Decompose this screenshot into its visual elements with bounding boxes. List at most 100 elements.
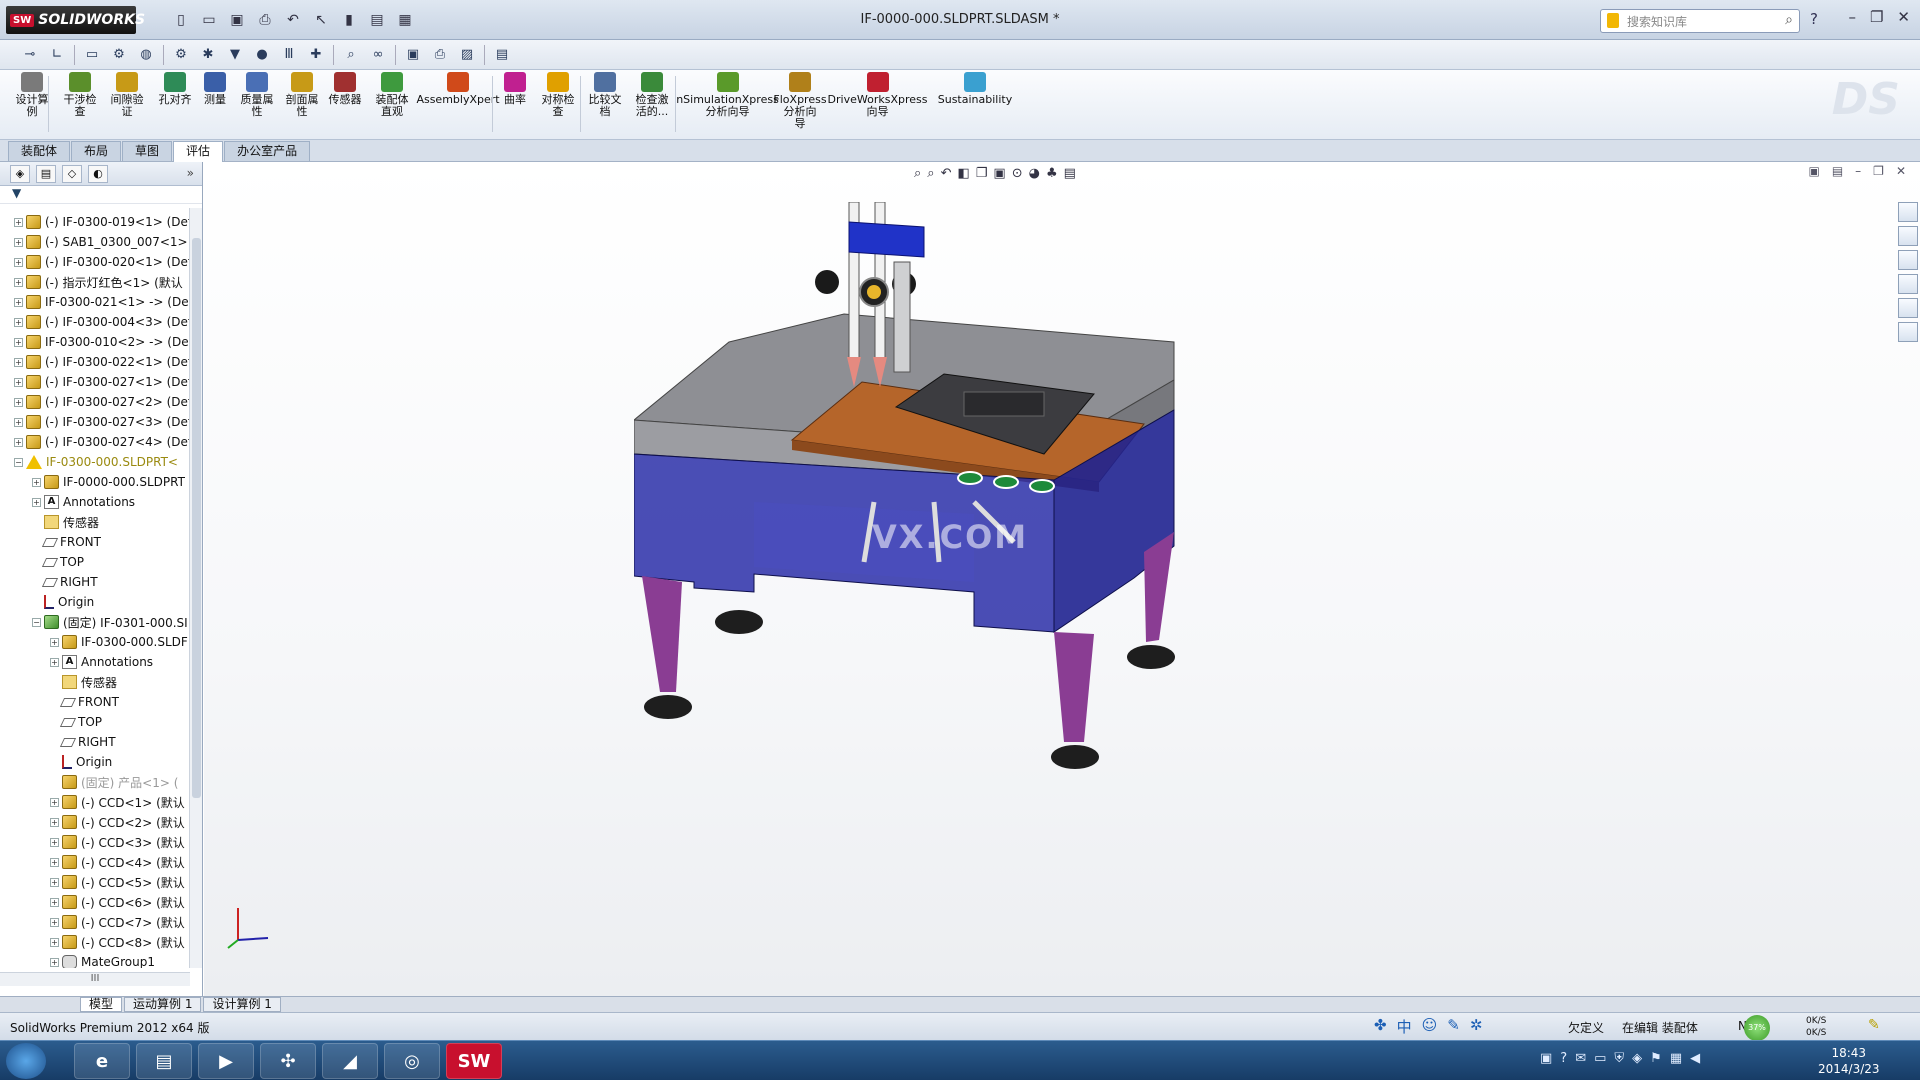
tree-item[interactable]: + (-) IF-0300-027<1> (Def xyxy=(14,372,190,392)
viewport-close-icon[interactable]: ✕ xyxy=(1896,164,1906,178)
collapse-icon[interactable]: − xyxy=(14,457,23,467)
expand-icon[interactable]: + xyxy=(32,497,41,507)
tree-item[interactable]: + (-) IF-0300-022<1> (Def xyxy=(14,352,190,372)
pen-icon[interactable]: ✎ xyxy=(1447,1016,1460,1037)
tree-item[interactable]: + (-) IF-0300-027<3> (Def xyxy=(14,412,190,432)
settings-icon[interactable]: ✱ xyxy=(198,45,218,65)
plus-component-icon[interactable]: ✚ xyxy=(306,45,326,65)
property-manager-tab-icon[interactable]: ▤ xyxy=(36,164,56,183)
section-view-icon[interactable]: ◧ xyxy=(957,166,969,181)
solidworks-logo[interactable]: SW SOLIDWORKS xyxy=(6,6,145,34)
viewport-minimize-icon[interactable]: – xyxy=(1855,164,1861,178)
filter-icon[interactable]: ▼ xyxy=(0,186,202,204)
tray-display-icon[interactable]: ▭ xyxy=(1594,1051,1606,1066)
tree-item[interactable]: + (-) CCD<1> (默认 xyxy=(50,792,185,812)
tree-item[interactable]: TOP xyxy=(50,712,102,732)
tree-item[interactable]: FRONT xyxy=(32,532,101,552)
expand-icon[interactable]: + xyxy=(50,857,59,867)
tree-item[interactable]: + A Annotations xyxy=(32,492,135,512)
open-folder-icon[interactable]: ▭ xyxy=(198,10,220,30)
appearances-icon[interactable] xyxy=(1898,298,1918,318)
media-player-icon[interactable]: ▶ xyxy=(198,1043,254,1079)
rebuild-icon[interactable]: ▮ xyxy=(338,10,360,30)
view-orientation-icon[interactable]: ❐ xyxy=(976,166,988,181)
expand-icon[interactable]: + xyxy=(14,297,23,307)
expand-icon[interactable]: + xyxy=(50,917,59,927)
tree-item[interactable]: + IF-0000-000.SLDPRT xyxy=(32,472,185,492)
tree-item[interactable]: + (-) CCD<4> (默认 xyxy=(50,852,185,872)
expand-icon[interactable]: + xyxy=(14,237,23,247)
tree-item[interactable]: + (-) CCD<8> (默认 xyxy=(50,932,185,952)
tab-0[interactable]: 装配体 xyxy=(8,141,71,161)
tree-item[interactable]: + IF-0300-000.SLDF xyxy=(50,632,188,652)
expand-icon[interactable]: + xyxy=(14,257,23,267)
options-icon[interactable]: ▦ xyxy=(394,10,416,30)
tab-4[interactable]: 办公室产品 xyxy=(224,141,311,161)
tree-item[interactable]: + (-) SAB1_0300_007<1> ( xyxy=(14,232,190,252)
tray-shield-icon[interactable]: ⛨ xyxy=(1614,1051,1624,1066)
export-icon[interactable]: ▣ xyxy=(403,45,423,65)
tree-item[interactable]: Origin xyxy=(50,752,112,772)
internet-explorer-icon[interactable]: e xyxy=(74,1043,130,1079)
hide-show-items-icon[interactable]: ⊙ xyxy=(1012,166,1023,181)
command-button-sensor[interactable]: 传感器 xyxy=(325,72,365,136)
file-properties-icon[interactable]: ▤ xyxy=(366,10,388,30)
command-button-mass-properties[interactable]: 质量属 性 xyxy=(235,72,279,136)
taskbar-clock[interactable]: 18:43 2014/3/23 xyxy=(1818,1045,1880,1077)
tree-item[interactable]: 传感器 xyxy=(32,512,99,532)
print-preview-icon[interactable]: ⎙ xyxy=(430,45,450,65)
tree-item[interactable]: + (-) CCD<3> (默认 xyxy=(50,832,185,852)
expand-icon[interactable]: + xyxy=(14,397,23,407)
feature-tree-scrollbar[interactable] xyxy=(189,208,202,968)
previous-view-icon[interactable]: ↶ xyxy=(941,166,952,181)
command-button-assemblyxpert[interactable]: AssemblyXpert xyxy=(416,72,500,136)
reference-geometry-icon[interactable]: ∟ xyxy=(47,45,67,65)
tray-volume-icon[interactable]: ◀ xyxy=(1690,1051,1700,1066)
feature-tree-tab-icon[interactable]: ◈ xyxy=(10,164,30,183)
network-app-icon[interactable]: ✣ xyxy=(260,1043,316,1079)
bottom-tab-2[interactable]: 设计算例 1 xyxy=(203,997,281,1012)
tree-item[interactable]: + MateGroup1 xyxy=(50,952,155,968)
tree-item[interactable]: + (-) CCD<5> (默认 xyxy=(50,872,185,892)
edit-appearance-icon[interactable]: ◕ xyxy=(1029,166,1040,181)
command-button-curvature[interactable]: 曲率 xyxy=(500,72,530,136)
tree-item[interactable]: Origin xyxy=(32,592,94,612)
apply-scene-icon[interactable]: ♣ xyxy=(1046,166,1058,181)
select-pointer-icon[interactable]: ↖ xyxy=(310,10,332,30)
configuration-manager-tab-icon[interactable]: ◇ xyxy=(62,164,82,183)
tree-item[interactable]: + (-) IF-0300-027<2> (Def xyxy=(14,392,190,412)
bottom-tab-1[interactable]: 运动算例 1 xyxy=(124,997,202,1012)
tree-item[interactable]: + IF-0300-021<1> -> (De xyxy=(14,292,189,312)
expand-icon[interactable]: + xyxy=(50,817,59,827)
chinese-input-icon[interactable]: 中 xyxy=(1397,1016,1412,1037)
zoom-to-fit-icon[interactable]: ⌕ xyxy=(914,166,921,181)
new-document-icon[interactable]: ▯ xyxy=(170,10,192,30)
tray-flag-icon[interactable]: ⚑ xyxy=(1650,1051,1662,1066)
smiley-icon[interactable]: ☺ xyxy=(1422,1016,1438,1037)
command-button-simulationxpress[interactable]: nSimulationXpress 分析向导 xyxy=(676,72,779,136)
expand-icon[interactable]: + xyxy=(14,317,23,327)
tree-item[interactable]: + A Annotations xyxy=(50,652,153,672)
funnel-icon[interactable]: ▼ xyxy=(225,45,245,65)
tree-item[interactable]: TOP xyxy=(32,552,84,572)
command-button-floxpress[interactable]: FloXpress 分析向 导 xyxy=(773,72,827,136)
expand-icon[interactable]: + xyxy=(14,337,23,347)
search-icon[interactable]: ⌕ xyxy=(1785,12,1793,28)
command-button-section-properties[interactable]: 剖面属 性 xyxy=(280,72,324,136)
tree-item[interactable]: − (固定) IF-0301-000.SI xyxy=(32,612,188,632)
command-button-symmetry-check[interactable]: 对称检 查 xyxy=(538,72,578,136)
expand-icon[interactable]: + xyxy=(14,277,23,287)
command-button-hole-alignment[interactable]: 孔对齐 xyxy=(155,72,195,136)
solidworks-resources-icon[interactable] xyxy=(1898,202,1918,222)
expand-icon[interactable]: + xyxy=(50,937,59,947)
command-button-clearance-verification[interactable]: 间隙验 证 xyxy=(105,72,149,136)
tree-item[interactable]: + IF-0300-010<2> -> (De xyxy=(14,332,189,352)
gear-icon[interactable]: ⚙ xyxy=(171,45,191,65)
tree-item[interactable]: (固定) 产品<1> ( xyxy=(50,772,178,792)
document-icon[interactable]: ▤ xyxy=(492,45,512,65)
tree-item[interactable]: + (-) IF-0300-019<1> (Def xyxy=(14,212,190,232)
tree-item[interactable]: RIGHT xyxy=(50,732,116,752)
tree-item[interactable]: RIGHT xyxy=(32,572,98,592)
tree-item[interactable]: + (-) CCD<6> (默认 xyxy=(50,892,185,912)
command-button-measure[interactable]: 测量 xyxy=(200,72,230,136)
